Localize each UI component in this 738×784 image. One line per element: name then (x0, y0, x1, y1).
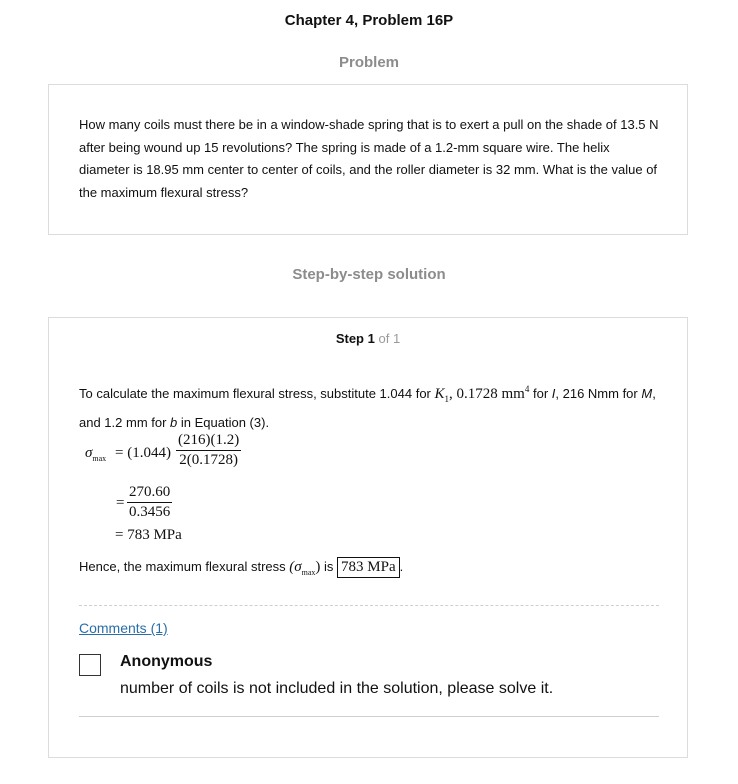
equation-sigma: σmax (85, 445, 107, 463)
intro-comma: , (449, 386, 457, 402)
intro-text-1: To calculate the maximum flexural stress… (79, 386, 435, 401)
chapter-title: Chapter 4, Problem 16P (284, 12, 454, 29)
m-symbol: M (641, 386, 653, 401)
problem-heading: Problem (338, 54, 399, 71)
answer-box: 783 MPa (337, 557, 400, 578)
intro-text-2: for (529, 386, 552, 401)
fraction-2-denominator: 0.3456 (129, 504, 171, 520)
i-value: 0.1728 mm4 (456, 384, 530, 402)
conclusion-symbol: (σmax) (289, 559, 321, 577)
divider-dashed (79, 605, 659, 606)
problem-box: How many coils must there be in a window… (48, 84, 688, 235)
intro-text-3: , 216 Nmm for (555, 386, 642, 401)
equation-line-2-eq: = (116, 495, 125, 511)
comment-author: Anonymous (120, 653, 213, 670)
comment-text: number of coils is not included in the s… (120, 680, 554, 697)
step-of: of 1 (378, 331, 401, 346)
equation-fraction-1: (216)(1.2) 2(0.1728) (176, 432, 242, 469)
conclusion: Hence, the maximum flexural stress (σmax… (79, 555, 659, 585)
k1-symbol: K1 (434, 386, 450, 404)
equation-fraction-2: 270.60 0.3456 (127, 484, 173, 521)
step-number: 1 (367, 331, 375, 346)
problem-text: How many coils must there be in a window… (79, 117, 659, 200)
intro-text-5: in Equation (3). (177, 415, 270, 430)
divider-line (79, 716, 659, 717)
fraction-1-denominator: 2(0.1728) (179, 452, 238, 468)
fraction-2-numerator: 270.60 (127, 484, 173, 503)
step-box: Step 1 of 1 To calculate the maximum fle… (48, 317, 688, 758)
comments-link[interactable]: Comments (1) (79, 620, 168, 636)
conclusion-text-2: is (320, 559, 338, 574)
step-label: Step (335, 331, 364, 346)
avatar (79, 654, 101, 676)
equation-line-1: = (1.044) (115, 445, 171, 461)
step-intro: To calculate the maximum flexural stress… (79, 377, 659, 435)
conclusion-text-3: . (399, 559, 404, 574)
step-title: Step 1 of 1 (49, 331, 687, 346)
solution-heading: Step-by-step solution (292, 266, 446, 283)
conclusion-text-1: Hence, the maximum flexural stress (79, 559, 290, 574)
fraction-1-numerator: (216)(1.2) (176, 432, 242, 451)
equation-line-3: = 783 MPa (115, 527, 182, 543)
